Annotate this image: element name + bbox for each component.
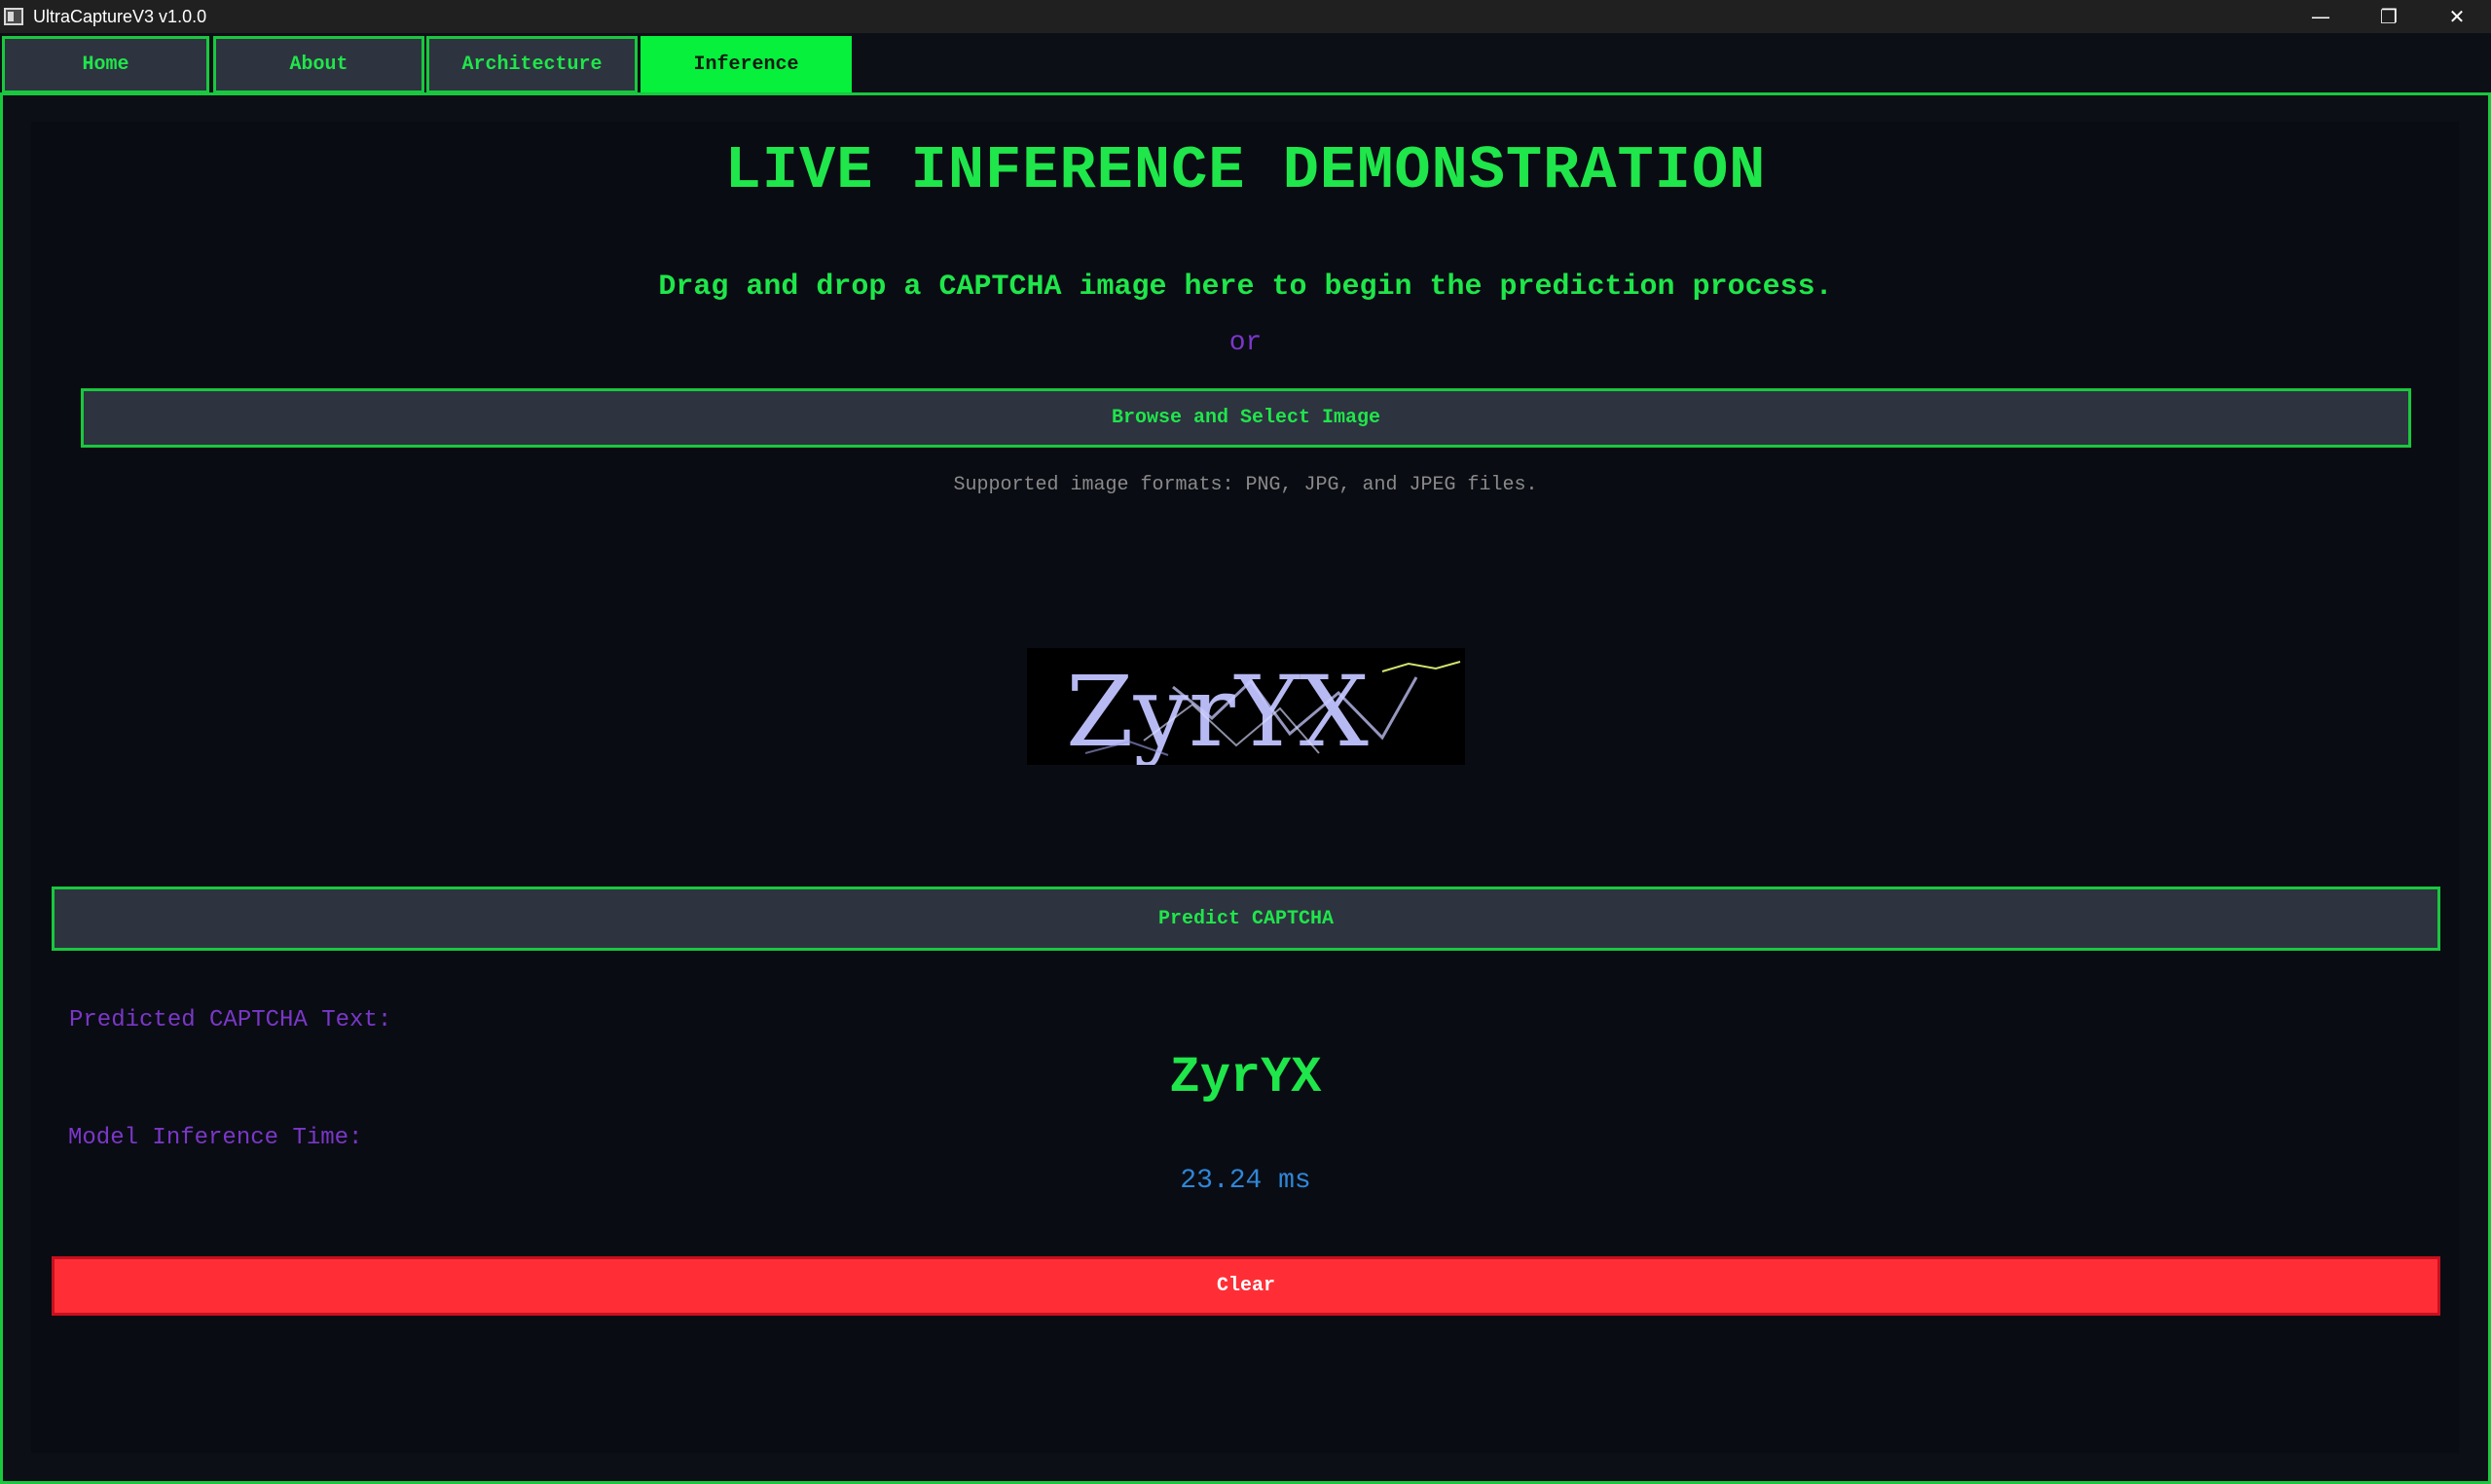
clear-button[interactable]: Clear	[52, 1256, 2440, 1316]
predict-captcha-button[interactable]: Predict CAPTCHA	[52, 887, 2440, 951]
supported-formats-note: Supported image formats: PNG, JPG, and J…	[953, 474, 1538, 496]
inference-time-label: Model Inference Time:	[68, 1125, 363, 1151]
predicted-text-value: ZyrYX	[1169, 1049, 1322, 1106]
inference-time-value: 23.24 ms	[1180, 1166, 1311, 1196]
tab-bar: Home About Architecture Inference	[0, 33, 2491, 93]
browse-image-button[interactable]: Browse and Select Image	[81, 388, 2411, 448]
tab-home[interactable]: Home	[2, 36, 209, 93]
predicted-text-label: Predicted CAPTCHA Text:	[69, 1007, 392, 1033]
tab-about[interactable]: About	[213, 36, 424, 93]
restore-button[interactable]: ❐	[2355, 0, 2423, 33]
or-separator: or	[1228, 328, 1263, 358]
tab-architecture[interactable]: Architecture	[426, 36, 638, 93]
captcha-preview-image: ZyrYX	[1027, 648, 1465, 765]
app-icon	[4, 8, 23, 25]
close-button[interactable]: ✕	[2423, 0, 2491, 33]
window-controls: — ❐ ✕	[2287, 0, 2491, 33]
drop-zone-instructions[interactable]: Drag and drop a CAPTCHA image here to be…	[0, 271, 2491, 304]
window-titlebar: UltraCaptureV3 v1.0.0 — ❐ ✕	[0, 0, 2491, 33]
window-title: UltraCaptureV3 v1.0.0	[33, 6, 207, 26]
inference-panel	[31, 122, 2459, 1453]
captcha-image-graphic: ZyrYX	[1027, 648, 1465, 765]
page-title: LIVE INFERENCE DEMONSTRATION	[724, 136, 1767, 205]
tab-inference[interactable]: Inference	[641, 36, 852, 93]
minimize-button[interactable]: —	[2287, 0, 2355, 33]
captcha-image-text: ZyrYX	[1066, 655, 1369, 765]
